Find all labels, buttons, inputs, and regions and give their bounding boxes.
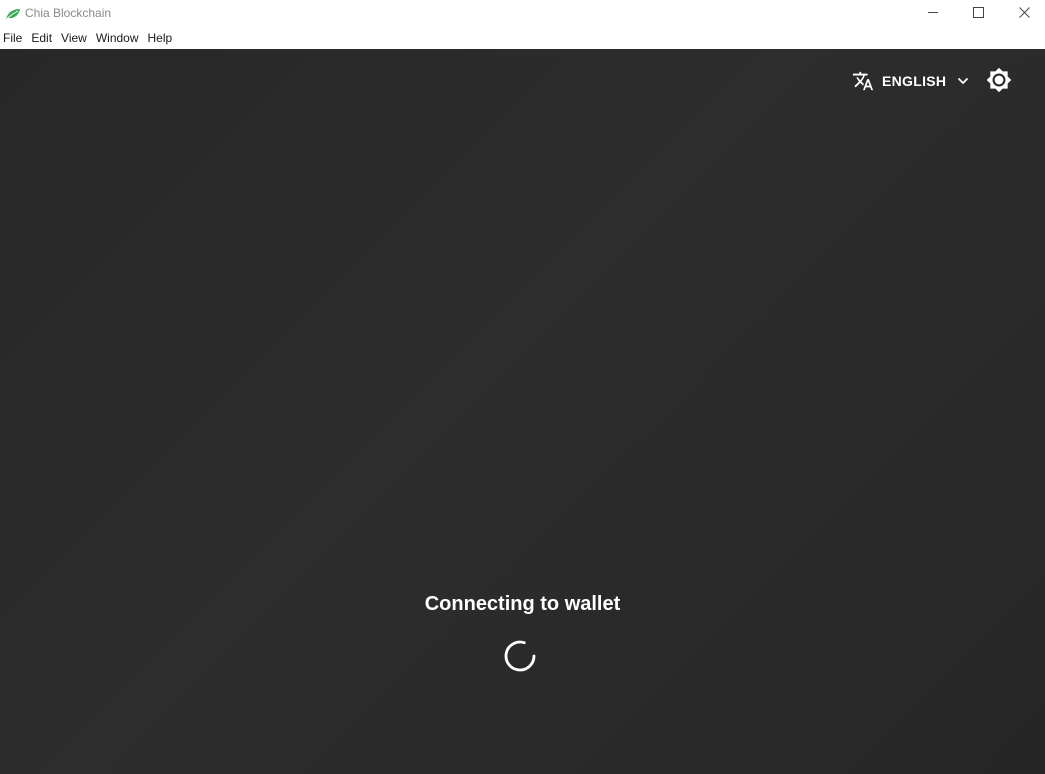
menu-file[interactable]: File (0, 27, 27, 49)
minimize-icon (927, 5, 939, 23)
status-block: Connecting to wallet (0, 590, 1045, 618)
close-button[interactable] (1001, 0, 1045, 27)
title-bar[interactable]: Chia Blockchain (0, 0, 1045, 27)
app-window: Chia Blockchain File Edit View Window He… (0, 0, 1045, 774)
chevron-down-icon (956, 74, 970, 88)
window-title: Chia Blockchain (25, 6, 112, 20)
close-icon (1018, 5, 1030, 23)
menu-edit[interactable]: Edit (28, 27, 57, 49)
brightness-icon (986, 67, 1012, 98)
loading-spinner-icon (500, 636, 540, 676)
language-selector[interactable]: ENGLISH (852, 68, 970, 94)
main-content: ENGLISH Connecting to wallet (0, 49, 1045, 774)
maximize-icon (972, 5, 984, 23)
status-message: Connecting to wallet (424, 593, 621, 615)
menu-window[interactable]: Window (93, 27, 144, 49)
menu-view[interactable]: View (58, 27, 92, 49)
menu-help[interactable]: Help (145, 27, 178, 49)
theme-toggle-button[interactable] (985, 67, 1013, 98)
chia-leaf-icon (5, 7, 21, 19)
menu-bar: File Edit View Window Help (0, 27, 1045, 49)
translate-icon (852, 70, 874, 92)
language-label: ENGLISH (882, 73, 947, 89)
maximize-button[interactable] (955, 0, 1001, 27)
minimize-button[interactable] (910, 0, 956, 27)
